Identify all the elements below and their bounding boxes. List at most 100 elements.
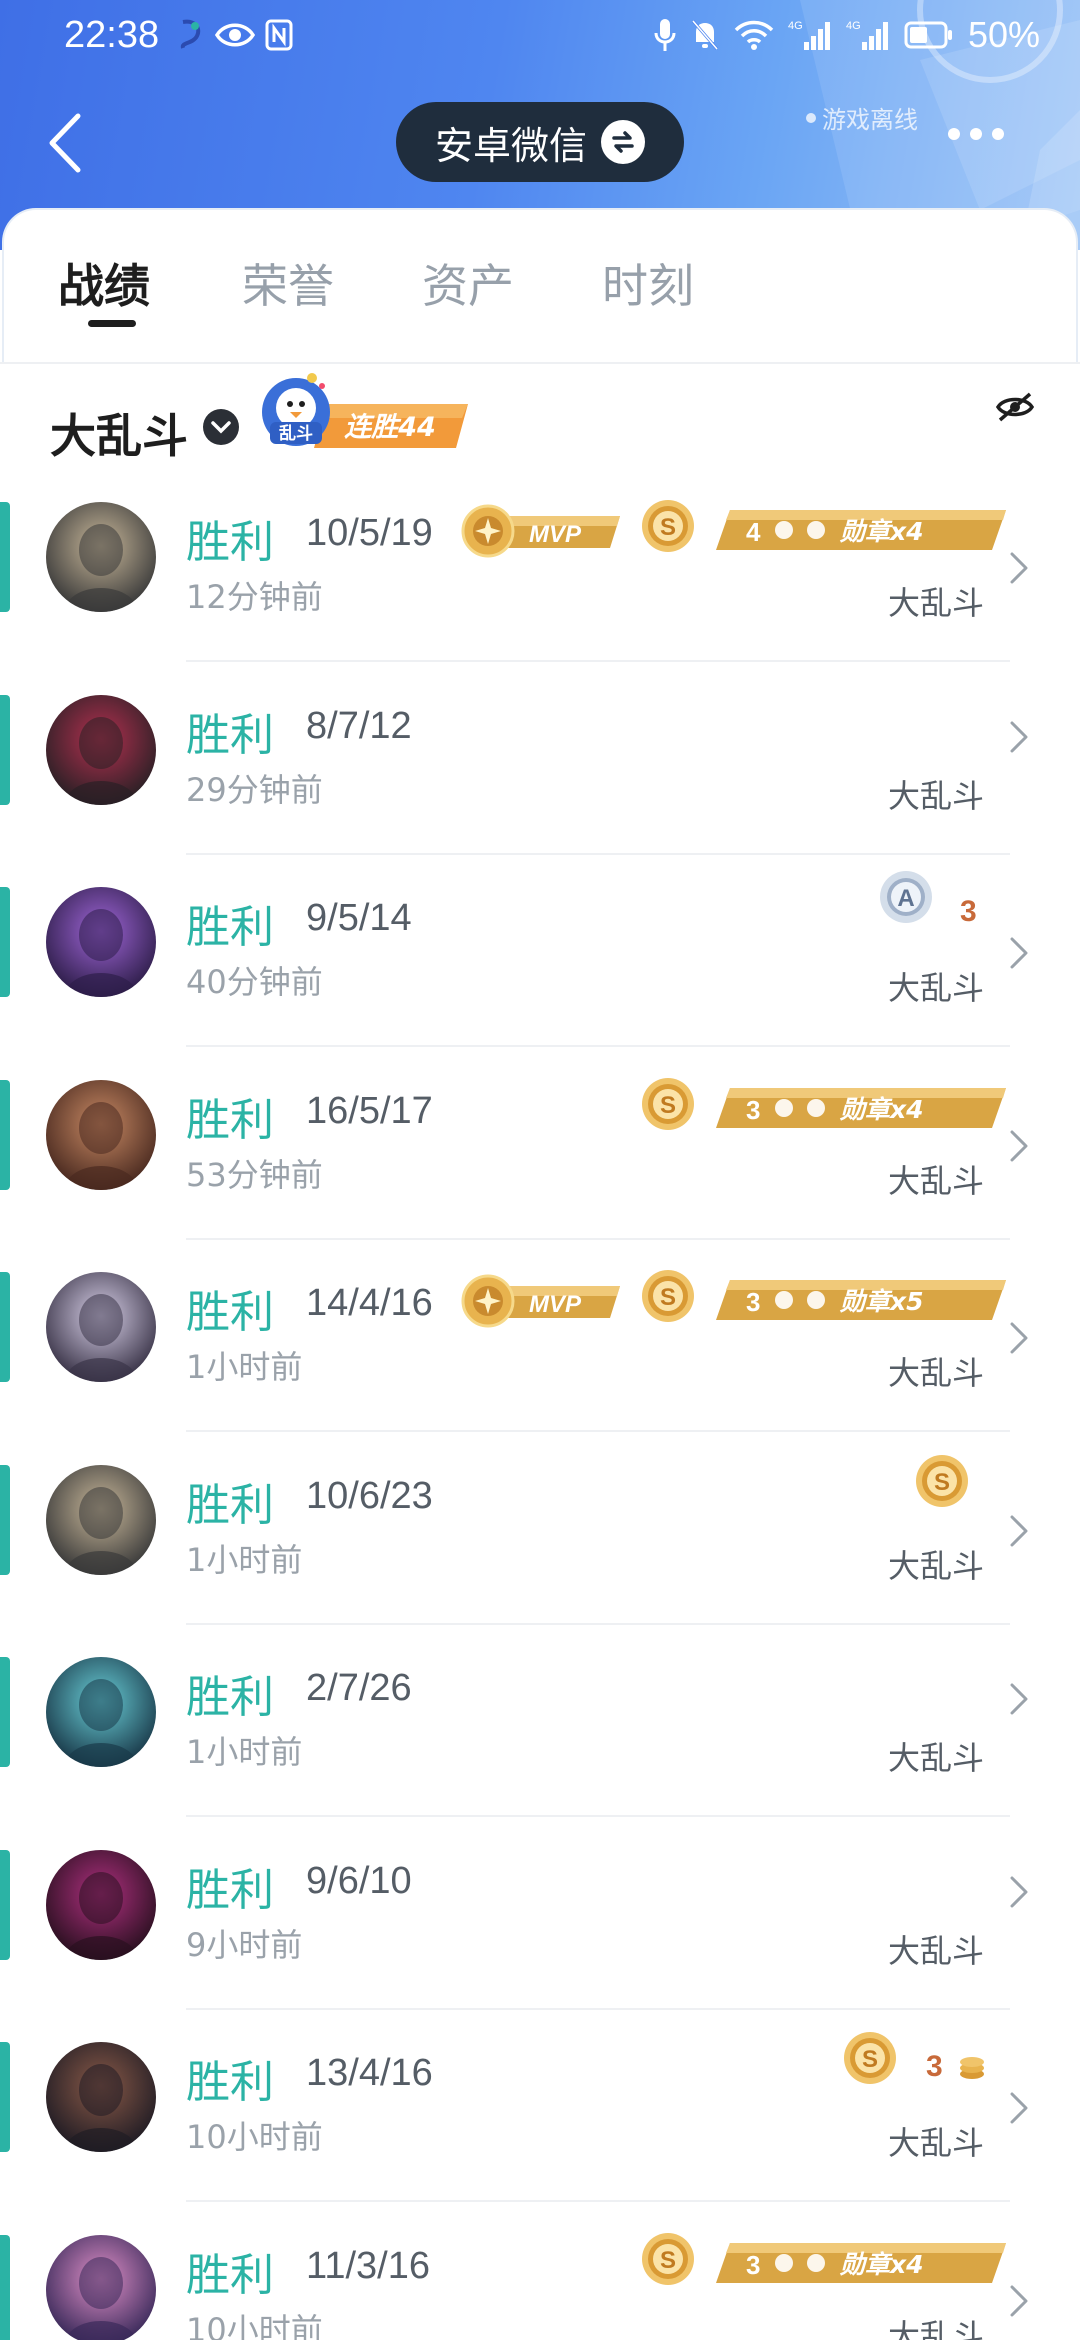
streak-text: 连胜44 bbox=[344, 412, 436, 443]
win-indicator-bar bbox=[0, 695, 10, 805]
time-ago: 53分钟前 bbox=[186, 1156, 323, 1194]
win-indicator-bar bbox=[0, 1465, 10, 1575]
match-row[interactable]: 胜利 16/5/17 53分钟前 大乱斗 S 3 勋章x4 bbox=[0, 1048, 1080, 1240]
time-ago: 40分钟前 bbox=[186, 963, 323, 1001]
svg-text:勋章x4: 勋章x4 bbox=[839, 517, 924, 546]
chevron-right-icon bbox=[1010, 1130, 1028, 1162]
a-grade-icon: A bbox=[880, 871, 932, 923]
svg-text:S: S bbox=[660, 2247, 676, 2274]
match-row[interactable]: 胜利 14/4/16 1小时前 大乱斗 MVP S 3 勋章x5 bbox=[0, 1240, 1080, 1432]
more-dot bbox=[970, 128, 982, 140]
chevron-right-icon bbox=[1010, 552, 1028, 584]
account-name: 安卓微信 bbox=[434, 123, 587, 168]
svg-text:勋章x4: 勋章x4 bbox=[839, 1095, 924, 1124]
svg-text:MVP: MVP bbox=[529, 521, 582, 548]
battery-percent: 50% bbox=[967, 14, 1040, 55]
coin-stack-icon bbox=[960, 2057, 984, 2079]
more-dot bbox=[992, 128, 1004, 140]
swap-icon bbox=[601, 120, 645, 164]
mvp-badge: MVP bbox=[461, 1274, 620, 1328]
svg-text:勋章x4: 勋章x4 bbox=[839, 2250, 924, 2279]
kda-score: 2/7/26 bbox=[306, 1667, 412, 1709]
match-result: 胜利 bbox=[186, 1095, 274, 1146]
kda-score: 10/6/23 bbox=[306, 1475, 433, 1517]
mode-title[interactable]: 大乱斗 bbox=[50, 400, 188, 466]
account-switcher[interactable]: 安卓微信 bbox=[396, 102, 684, 182]
s-grade-coin-icon: S bbox=[642, 1078, 694, 1130]
medal-badge: 4 勋章x4 bbox=[716, 510, 1006, 550]
win-indicator-bar bbox=[0, 1080, 10, 1190]
app-notification-icon bbox=[180, 19, 201, 49]
tab-assets[interactable]: 资产 bbox=[422, 250, 514, 316]
streak-tag: 乱斗 bbox=[279, 423, 313, 444]
win-indicator-bar bbox=[0, 887, 10, 997]
medal-badge: 3 勋章x5 bbox=[716, 1280, 1006, 1320]
chevron-right-icon bbox=[1010, 1876, 1028, 1908]
hide-eye-icon[interactable] bbox=[996, 392, 1034, 422]
signal-label-2: 4G bbox=[846, 20, 861, 32]
status-left-icons bbox=[175, 18, 293, 52]
svg-text:S: S bbox=[660, 1092, 676, 1119]
tab-honor[interactable]: 荣誉 bbox=[242, 250, 334, 316]
match-history-page: 22:38 4G 4G 50% 安卓微信 游戏离线 战绩 荣誉 资产 时刻 大乱… bbox=[0, 0, 1080, 2340]
kda-score: 10/5/19 bbox=[306, 512, 433, 554]
match-row[interactable]: 胜利 10/6/23 1小时前 大乱斗 S bbox=[0, 1433, 1080, 1625]
hero-avatar bbox=[46, 2042, 156, 2152]
match-row[interactable]: 胜利 9/6/10 9小时前 大乱斗 bbox=[0, 1818, 1080, 2010]
win-indicator-bar bbox=[0, 2235, 10, 2340]
more-button[interactable] bbox=[948, 128, 1004, 140]
chevron-right-icon bbox=[1010, 721, 1028, 753]
match-result: 胜利 bbox=[186, 2250, 274, 2301]
status-time: 22:38 bbox=[64, 14, 160, 56]
mode-label: 大乱斗 bbox=[887, 1354, 984, 1392]
medal-badge: 3 勋章x4 bbox=[716, 2243, 1006, 2283]
bell-mute-icon bbox=[691, 20, 719, 50]
hero-avatar bbox=[46, 887, 156, 997]
tab-record[interactable]: 战绩 bbox=[58, 250, 150, 316]
mode-label: 大乱斗 bbox=[887, 1932, 984, 1970]
match-result: 胜利 bbox=[186, 1672, 274, 1723]
match-row[interactable]: 胜利 13/4/16 10小时前 大乱斗 S 3 bbox=[0, 2010, 1080, 2202]
back-button[interactable] bbox=[40, 108, 90, 178]
svg-text:S: S bbox=[660, 1284, 676, 1311]
time-ago: 10小时前 bbox=[186, 2118, 323, 2156]
match-result: 胜利 bbox=[186, 2057, 274, 2108]
medal-count: 3 bbox=[960, 895, 977, 928]
match-row[interactable]: 胜利 8/7/12 29分钟前 大乱斗 bbox=[0, 663, 1080, 855]
time-ago: 12分钟前 bbox=[186, 578, 323, 616]
match-result: 胜利 bbox=[186, 1865, 274, 1916]
row-divider bbox=[186, 1815, 1010, 1817]
mode-dropdown-icon[interactable] bbox=[202, 408, 240, 446]
match-result: 胜利 bbox=[186, 517, 274, 568]
microphone-icon bbox=[654, 19, 676, 51]
svg-text:S: S bbox=[934, 1469, 950, 1496]
nfc-icon bbox=[265, 19, 293, 51]
row-divider bbox=[186, 1045, 1010, 1047]
chevron-right-icon bbox=[1010, 2285, 1028, 2317]
match-row[interactable]: 胜利 9/5/14 40分钟前 大乱斗 A 3 bbox=[0, 855, 1080, 1047]
win-indicator-bar bbox=[0, 1272, 10, 1382]
match-row[interactable]: 胜利 2/7/26 1小时前 大乱斗 bbox=[0, 1625, 1080, 1817]
hero-avatar bbox=[46, 695, 156, 805]
match-result: 胜利 bbox=[186, 710, 274, 761]
svg-text:MVP: MVP bbox=[529, 1291, 582, 1318]
win-indicator-bar bbox=[0, 2042, 10, 2152]
s-grade-coin-icon: S bbox=[642, 500, 694, 552]
offline-label: 游戏离线 bbox=[822, 106, 918, 134]
kda-score: 9/5/14 bbox=[306, 897, 412, 939]
match-row[interactable]: 胜利 10/5/19 12分钟前 大乱斗 MVP S 4 勋章x4 bbox=[0, 470, 1080, 662]
mode-section-header: 大乱斗 bbox=[0, 364, 1080, 474]
signal-icon: 4G bbox=[788, 20, 830, 50]
win-indicator-bar bbox=[0, 1657, 10, 1767]
match-row[interactable]: 胜利 11/3/16 10小时前 大乱斗 S 3 勋章x4 bbox=[0, 2203, 1080, 2340]
hero-avatar bbox=[46, 1465, 156, 1575]
tab-moments[interactable]: 时刻 bbox=[602, 250, 694, 316]
time-ago: 29分钟前 bbox=[186, 771, 323, 809]
kda-score: 9/6/10 bbox=[306, 1860, 412, 1902]
eye-icon bbox=[215, 23, 255, 47]
svg-text:3: 3 bbox=[746, 1287, 760, 1317]
mode-label: 大乱斗 bbox=[887, 2124, 984, 2162]
hero-avatar bbox=[46, 502, 156, 612]
medal-count: 3 bbox=[926, 2050, 943, 2083]
chevron-right-icon bbox=[1010, 2092, 1028, 2124]
